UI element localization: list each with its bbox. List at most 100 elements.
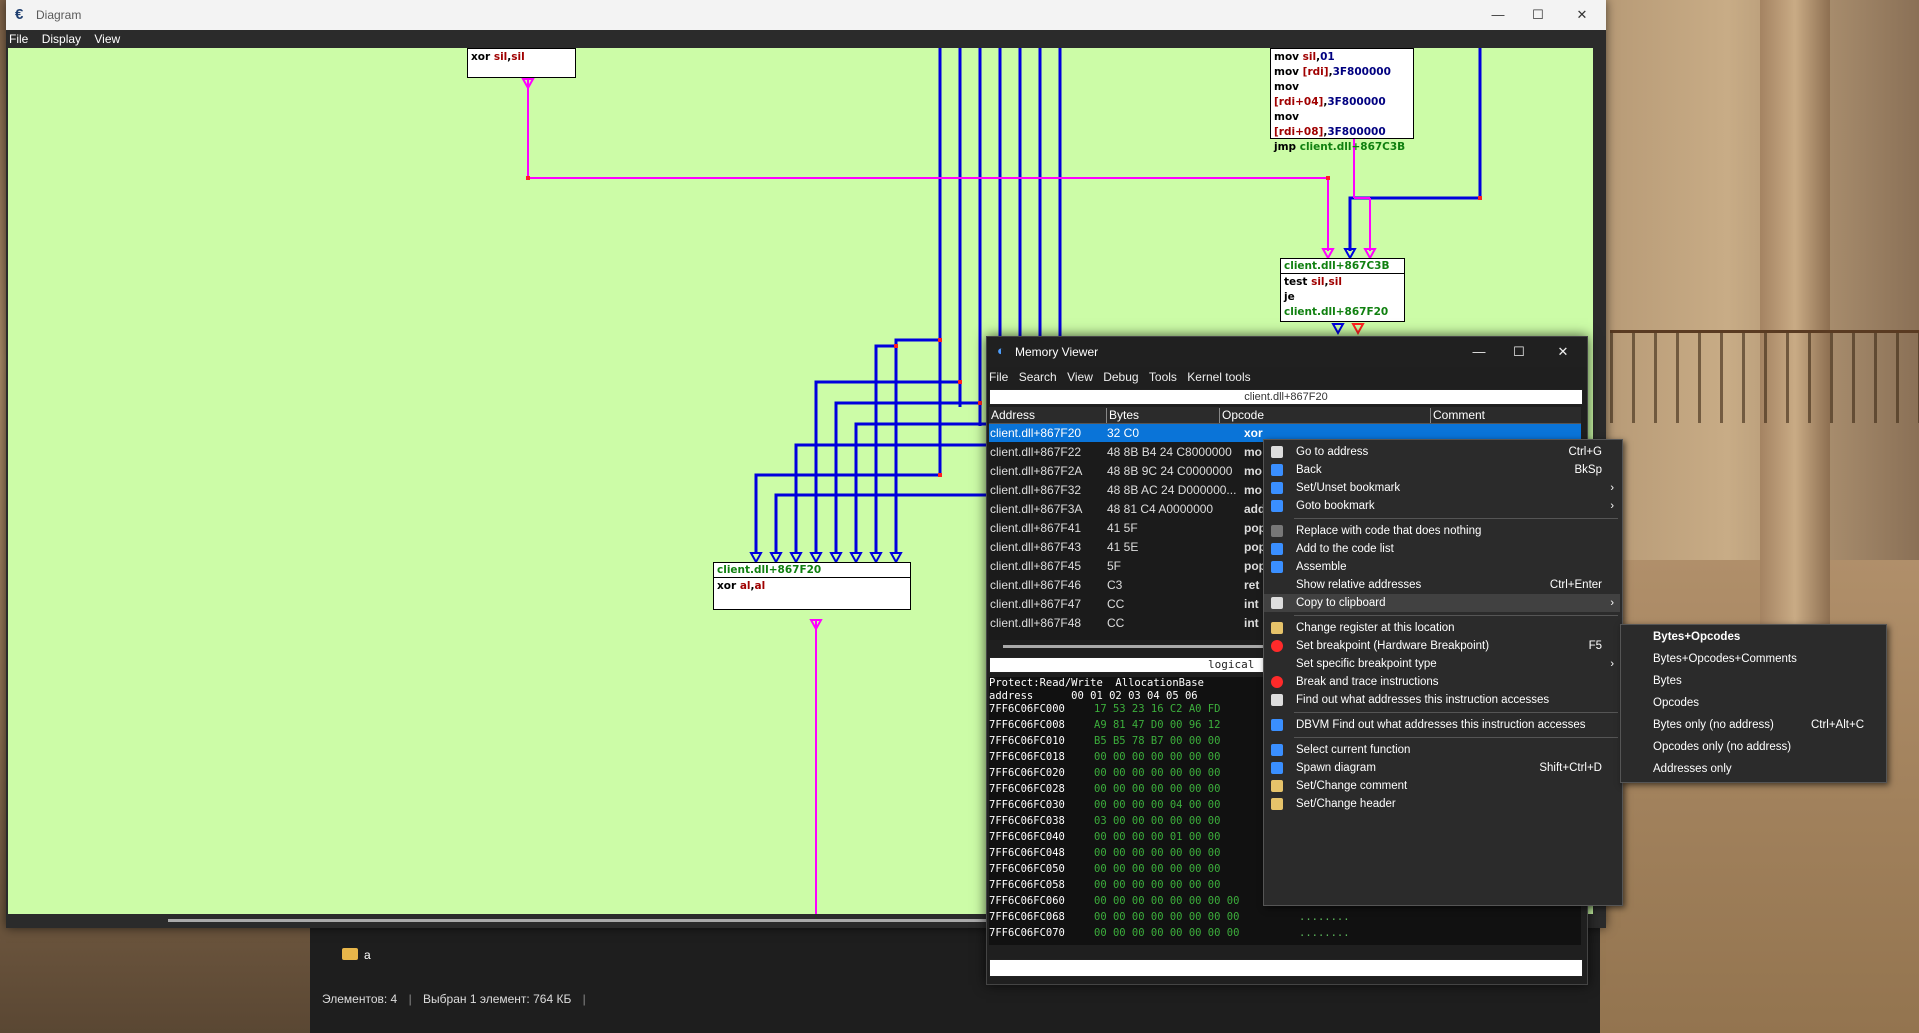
submenu-item-bytes-opcodes[interactable]: Bytes+Opcodes [1621, 628, 1884, 646]
minimize-icon[interactable]: — [1482, 4, 1514, 26]
menu-item-label: Show relative addresses [1296, 579, 1422, 591]
hex-row-bytes[interactable]: 03 00 00 00 00 00 00 [1094, 815, 1220, 828]
disassembler-context-menu: Go to address Ctrl+G Back BkSp Set/Unset boo… [1263, 439, 1623, 906]
menu-kernel-tools[interactable]: Kernel tools [1185, 367, 1255, 387]
menu-item-label: Copy to clipboard [1296, 597, 1386, 609]
node-line: xor al,al [717, 580, 766, 592]
hex-row-bytes[interactable]: 17 53 23 16 C2 A0 FD [1094, 703, 1220, 716]
folder-item[interactable]: a [342, 948, 371, 962]
close-icon[interactable]: ✕ [1547, 341, 1579, 363]
menu-item-select-current-function[interactable]: Select current function [1264, 741, 1620, 759]
diagram-node-xor-sil[interactable]: xor sil,sil [467, 48, 576, 78]
menu-item-goto-bookmark[interactable]: Goto bookmark › [1264, 497, 1620, 515]
menu-display[interactable]: Display [39, 30, 88, 48]
col-comment[interactable]: Comment [1430, 408, 1485, 423]
close-icon[interactable]: ✕ [1566, 4, 1598, 26]
menu-item-replace-with-code-that-does-nothing[interactable]: Replace with code that does nothing [1264, 522, 1620, 540]
menu-item-dbvm-find-out-what-addresses-this-instruction-accesses[interactable]: DBVM Find out what addresses this instru… [1264, 716, 1620, 734]
menu-item-back[interactable]: Back BkSp [1264, 461, 1620, 479]
hex-row-address: 7FF6C06FC070 [989, 927, 1065, 939]
row-bytes: CC [1107, 597, 1125, 611]
hex-row-bytes[interactable]: 00 00 00 00 00 00 00 [1094, 863, 1220, 876]
menu-item-break-and-trace-instructions[interactable]: Break and trace instructions [1264, 673, 1620, 691]
row-address: client.dll+867F48 [990, 616, 1082, 630]
submenu-item-bytes-opcodes-comments[interactable]: Bytes+Opcodes+Comments [1621, 650, 1884, 668]
menu-item-set-specific-breakpoint-type[interactable]: Set specific breakpoint type › [1264, 655, 1620, 673]
logical-label: logical [1208, 658, 1255, 671]
menu-item-set-change-comment[interactable]: Set/Change comment [1264, 777, 1620, 795]
menu-item-copy-to-clipboard[interactable]: Copy to clipboard › [1264, 594, 1620, 612]
menu-item-set-unset-bookmark[interactable]: Set/Unset bookmark › [1264, 479, 1620, 497]
submenu-item-addresses-only[interactable]: Addresses only [1621, 760, 1884, 778]
hex-row-bytes[interactable]: A9 81 47 D0 00 96 12 [1094, 719, 1220, 732]
row-bytes: 48 8B AC 24 D000000... [1107, 483, 1237, 497]
hex-row-bytes[interactable]: 00 00 00 00 01 00 00 [1094, 831, 1220, 844]
col-opcode[interactable]: Opcode [1219, 408, 1264, 423]
hex-row-bytes[interactable]: 00 00 00 00 00 00 00 00 [1094, 911, 1239, 924]
menu-item-label: Assemble [1296, 561, 1347, 573]
maximize-icon[interactable]: ☐ [1503, 341, 1535, 363]
minimize-icon[interactable]: — [1463, 341, 1495, 363]
diagram-node-867c3b[interactable]: client.dll+867C3B test sil,sil je client… [1280, 258, 1405, 322]
menu-view[interactable]: View [91, 30, 127, 48]
menu-item-label: Set breakpoint (Hardware Breakpoint) [1296, 640, 1490, 652]
trace-icon [1271, 676, 1283, 688]
bookmark-goto-icon [1271, 500, 1283, 512]
hex-row-bytes[interactable]: 00 00 00 00 00 00 00 [1094, 783, 1220, 796]
menu-item-add-to-the-code-list[interactable]: Add to the code list [1264, 540, 1620, 558]
row-opcode: mo [1244, 483, 1262, 497]
hex-row-bytes[interactable]: 00 00 00 00 00 00 00 [1094, 767, 1220, 780]
hex-row-bytes[interactable]: 00 00 00 00 00 00 00 00 [1094, 927, 1239, 940]
menu-search[interactable]: Search [1017, 367, 1062, 387]
submenu-item-opcodes[interactable]: Opcodes [1621, 694, 1884, 712]
nop-icon [1271, 525, 1283, 537]
current-address-bar[interactable]: client.dll+867F20 [989, 389, 1583, 405]
row-address: client.dll+867F2A [990, 464, 1083, 478]
submenu-item-opcodes-only-no-address[interactable]: Opcodes only (no address) [1621, 738, 1884, 756]
menu-item-assemble[interactable]: Assemble [1264, 558, 1620, 576]
hex-row-bytes[interactable]: 00 00 00 00 00 00 00 [1094, 879, 1220, 892]
hex-row-bytes[interactable]: 00 00 00 00 00 00 00 00 [1094, 895, 1239, 908]
menu-item-set-change-header[interactable]: Set/Change header [1264, 795, 1620, 813]
chevron-right-icon: › [1610, 658, 1614, 670]
menu-item-spawn-diagram[interactable]: Spawn diagram Shift+Ctrl+D [1264, 759, 1620, 777]
submenu-item-bytes[interactable]: Bytes [1621, 672, 1884, 690]
menu-item-label: Go to address [1296, 446, 1369, 458]
menu-item-change-register-at-this-location[interactable]: Change register at this location [1264, 619, 1620, 637]
submenu-item-bytes-only-no-address[interactable]: Bytes only (no address) Ctrl+Alt+C [1621, 716, 1884, 734]
col-address[interactable]: Address [989, 408, 1035, 423]
memory-viewer-title: Memory Viewer [1015, 345, 1099, 359]
menu-item-label: Set specific breakpoint type [1296, 658, 1437, 670]
menu-separator [1294, 615, 1618, 616]
menu-file[interactable]: File [987, 367, 1013, 387]
menu-item-find-out-what-addresses-this-instruction-accesses[interactable]: Find out what addresses this instruction… [1264, 691, 1620, 709]
diagram-titlebar[interactable]: € Diagram — ☐ ✕ [6, 0, 1606, 30]
bookmark-icon [1271, 482, 1283, 494]
memory-viewer-titlebar[interactable]: ◐ Memory Viewer — ☐ ✕ [987, 337, 1587, 367]
menu-item-set-breakpoint-hardware-breakpoint[interactable]: Set breakpoint (Hardware Breakpoint) F5 [1264, 637, 1620, 655]
menu-view[interactable]: View [1065, 367, 1098, 387]
col-bytes[interactable]: Bytes [1106, 408, 1139, 423]
hex-row-bytes[interactable]: B5 B5 78 B7 00 00 00 [1094, 735, 1220, 748]
diagram-node-mov-block[interactable]: mov sil,01 mov [rdi],3F800000 mov [rdi+0… [1270, 48, 1414, 153]
disassembler-scrollbar[interactable] [1003, 645, 1283, 648]
row-opcode: xor [1244, 426, 1263, 440]
status-selected: Выбран 1 элемент: 764 КБ [423, 992, 572, 1006]
cheat-engine-logo-icon: € [15, 6, 24, 23]
disassembler-header: Address Bytes Opcode Comment [989, 407, 1581, 424]
menu-item-show-relative-addresses[interactable]: Show relative addresses Ctrl+Enter [1264, 576, 1620, 594]
menu-tools[interactable]: Tools [1147, 367, 1182, 387]
menu-debug[interactable]: Debug [1101, 367, 1143, 387]
menu-separator [1294, 712, 1618, 713]
hex-protect-header: Protect:Read/Write AllocationBase [989, 677, 1204, 689]
maximize-icon[interactable]: ☐ [1522, 4, 1554, 26]
row-bytes: 5F [1107, 559, 1122, 573]
hex-row-bytes[interactable]: 00 00 00 00 00 00 00 [1094, 847, 1220, 860]
hex-row-bytes[interactable]: 00 00 00 00 04 00 00 [1094, 799, 1220, 812]
row-address: client.dll+867F45 [990, 559, 1082, 573]
menu-item-go-to-address[interactable]: Go to address Ctrl+G [1264, 443, 1620, 461]
hex-row-bytes[interactable]: 00 00 00 00 00 00 00 [1094, 751, 1220, 764]
diagram-node-867f20[interactable]: client.dll+867F20 xor al,al [713, 562, 911, 610]
menu-file[interactable]: File [6, 30, 35, 48]
hex-row-address: 7FF6C06FC010 [989, 735, 1065, 747]
